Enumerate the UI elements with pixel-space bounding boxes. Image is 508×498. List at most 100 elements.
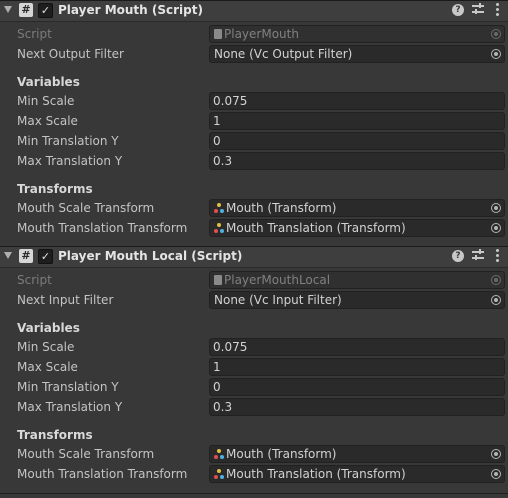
transform-icon: [214, 449, 224, 459]
mouth-scale-transform-label: Mouth Scale Transform: [17, 447, 155, 461]
script-value: PlayerMouthLocal: [224, 273, 331, 287]
object-picker-icon[interactable]: [491, 223, 501, 233]
hash-script-icon: #: [19, 249, 33, 263]
max-scale-row: Max Scale 1: [0, 358, 508, 376]
component-player-mouth: # ✓ Player Mouth (Script) ? Script Playe…: [0, 0, 508, 246]
min-scale-input[interactable]: 0.075: [209, 338, 505, 356]
mouth-scale-transform-row: Mouth Scale Transform Mouth (Transform): [0, 199, 508, 217]
min-translation-y-input[interactable]: 0: [209, 378, 505, 396]
script-asset-icon: [214, 29, 222, 39]
presets-icon[interactable]: [472, 249, 484, 261]
object-picker-icon[interactable]: [491, 295, 501, 305]
script-asset-icon: [214, 275, 222, 285]
mouth-translation-transform-label: Mouth Translation Transform: [17, 221, 188, 235]
next-input-filter-field[interactable]: None (Vc Input Filter): [209, 291, 505, 309]
component-player-mouth-local: # ✓ Player Mouth Local (Script) ? Script…: [0, 246, 508, 498]
max-scale-label: Max Scale: [17, 360, 78, 374]
script-label: Script: [17, 27, 52, 41]
script-row: Script PlayerMouth: [0, 25, 508, 43]
object-picker-icon: [491, 29, 501, 39]
min-translation-y-value: 0: [213, 380, 221, 394]
min-scale-row: Min Scale 0.075: [0, 338, 508, 356]
max-scale-row: Max Scale 1: [0, 112, 508, 130]
max-translation-y-row: Max Translation Y 0.3: [0, 152, 508, 170]
object-picker-icon: [491, 275, 501, 285]
min-scale-row: Min Scale 0.075: [0, 92, 508, 110]
max-translation-y-input[interactable]: 0.3: [209, 152, 505, 170]
foldout-arrow-icon[interactable]: [4, 6, 12, 13]
script-row: Script PlayerMouthLocal: [0, 271, 508, 289]
mouth-translation-transform-row: Mouth Translation Transform Mouth Transl…: [0, 465, 508, 483]
mouth-translation-transform-field[interactable]: Mouth Translation (Transform): [209, 219, 505, 237]
component-title: Player Mouth Local (Script): [58, 249, 243, 263]
help-icon[interactable]: ?: [452, 4, 464, 16]
max-translation-y-value: 0.3: [213, 400, 233, 414]
kebab-menu-icon[interactable]: [496, 3, 499, 18]
script-field: PlayerMouth: [209, 25, 505, 43]
mouth-scale-transform-row: Mouth Scale Transform Mouth (Transform): [0, 445, 508, 463]
min-translation-y-row: Min Translation Y 0: [0, 132, 508, 150]
mouth-scale-transform-field[interactable]: Mouth (Transform): [209, 199, 505, 217]
min-scale-label: Min Scale: [17, 340, 75, 354]
transform-icon: [214, 223, 224, 233]
mouth-translation-transform-label: Mouth Translation Transform: [17, 467, 188, 481]
max-translation-y-label: Max Translation Y: [17, 400, 123, 414]
max-translation-y-input[interactable]: 0.3: [209, 398, 505, 416]
next-input-filter-row: Next Input Filter None (Vc Input Filter): [0, 291, 508, 309]
transforms-header: Transforms: [17, 428, 93, 442]
next-output-filter-field[interactable]: None (Vc Output Filter): [209, 45, 505, 63]
max-translation-y-label: Max Translation Y: [17, 154, 123, 168]
max-scale-value: 1: [213, 360, 221, 374]
object-picker-icon[interactable]: [491, 469, 501, 479]
transforms-header: Transforms: [17, 182, 93, 196]
help-icon[interactable]: ?: [452, 250, 464, 262]
min-translation-y-input[interactable]: 0: [209, 132, 505, 150]
transform-icon: [214, 203, 224, 213]
mouth-scale-transform-label: Mouth Scale Transform: [17, 201, 155, 215]
object-picker-icon[interactable]: [491, 449, 501, 459]
object-picker-icon[interactable]: [491, 203, 501, 213]
min-scale-value: 0.075: [213, 340, 248, 354]
next-input-filter-label: Next Input Filter: [17, 293, 114, 307]
enable-checkbox[interactable]: ✓: [38, 249, 53, 264]
min-translation-y-row: Min Translation Y 0: [0, 378, 508, 396]
object-picker-icon[interactable]: [491, 49, 501, 59]
hash-script-icon: #: [19, 3, 33, 17]
next-output-filter-value: None (Vc Output Filter): [214, 47, 353, 61]
transform-icon: [214, 469, 224, 479]
next-output-filter-row: Next Output Filter None (Vc Output Filte…: [0, 45, 508, 63]
max-scale-value: 1: [213, 114, 221, 128]
max-scale-input[interactable]: 1: [209, 358, 505, 376]
min-translation-y-value: 0: [213, 134, 221, 148]
component-header[interactable]: # ✓ Player Mouth Local (Script) ?: [0, 246, 508, 268]
mouth-scale-transform-value: Mouth (Transform): [226, 201, 337, 215]
foldout-arrow-icon[interactable]: [4, 252, 12, 259]
mouth-translation-transform-value: Mouth Translation (Transform): [226, 221, 406, 235]
max-scale-label: Max Scale: [17, 114, 78, 128]
min-translation-y-label: Min Translation Y: [17, 380, 119, 394]
min-translation-y-label: Min Translation Y: [17, 134, 119, 148]
min-scale-label: Min Scale: [17, 94, 75, 108]
variables-header: Variables: [17, 75, 80, 89]
kebab-menu-icon[interactable]: [496, 249, 499, 264]
enable-checkbox[interactable]: ✓: [38, 3, 53, 18]
script-field: PlayerMouthLocal: [209, 271, 505, 289]
script-label: Script: [17, 273, 52, 287]
min-scale-value: 0.075: [213, 94, 248, 108]
mouth-scale-transform-value: Mouth (Transform): [226, 447, 337, 461]
max-translation-y-value: 0.3: [213, 154, 233, 168]
presets-icon[interactable]: [472, 3, 484, 15]
script-value: PlayerMouth: [224, 27, 299, 41]
mouth-translation-transform-value: Mouth Translation (Transform): [226, 467, 406, 481]
next-input-filter-value: None (Vc Input Filter): [214, 293, 342, 307]
mouth-translation-transform-field[interactable]: Mouth Translation (Transform): [209, 465, 505, 483]
max-scale-input[interactable]: 1: [209, 112, 505, 130]
component-header[interactable]: # ✓ Player Mouth (Script) ?: [0, 0, 508, 22]
mouth-translation-transform-row: Mouth Translation Transform Mouth Transl…: [0, 219, 508, 237]
next-output-filter-label: Next Output Filter: [17, 47, 124, 61]
variables-header: Variables: [17, 321, 80, 335]
mouth-scale-transform-field[interactable]: Mouth (Transform): [209, 445, 505, 463]
component-divider: [0, 493, 508, 494]
component-title: Player Mouth (Script): [58, 3, 203, 17]
min-scale-input[interactable]: 0.075: [209, 92, 505, 110]
